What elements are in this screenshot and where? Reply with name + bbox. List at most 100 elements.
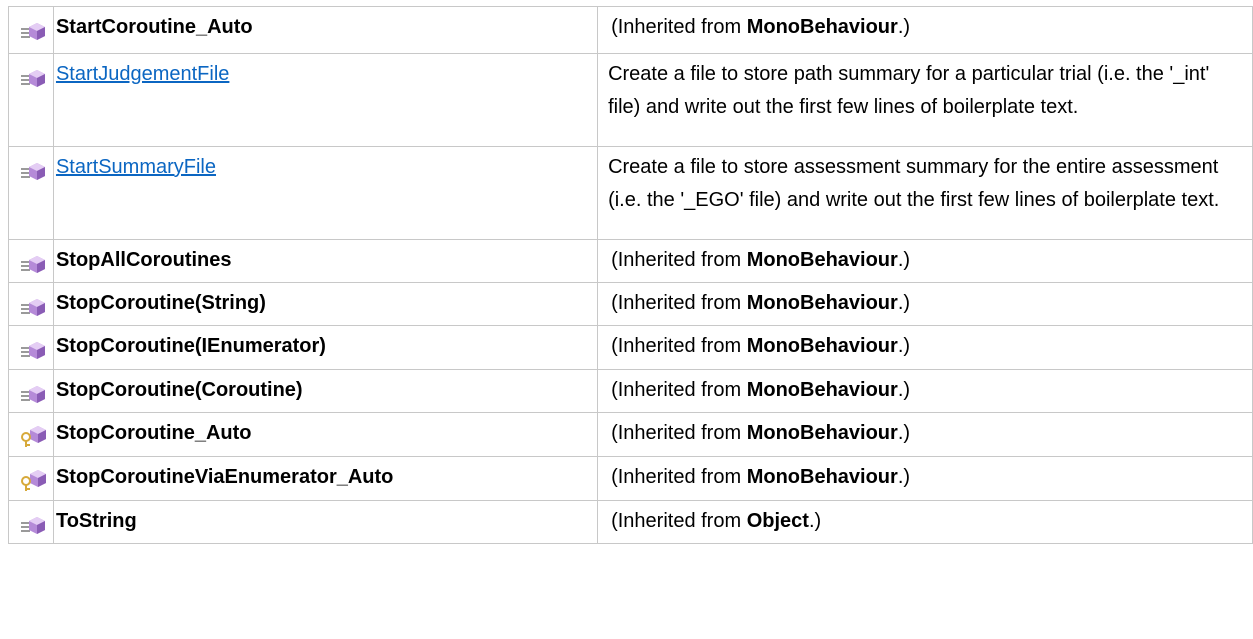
member-name-wrapper: StopCoroutine(IEnumerator)	[56, 326, 597, 366]
member-description: (Inherited from MonoBehaviour.)	[608, 457, 1252, 497]
inherited-suffix: .)	[897, 249, 911, 271]
member-name: StopCoroutineViaEnumerator_Auto	[55, 466, 394, 488]
member-name-wrapper: StopCoroutineViaEnumerator_Auto	[56, 457, 597, 497]
member-description: (Inherited from Object.)	[608, 501, 1252, 541]
inherited-prefix: (Inherited from	[611, 379, 747, 401]
member-description: (Inherited from MonoBehaviour.)	[608, 240, 1252, 280]
inherited-from-class: MonoBehaviour	[746, 422, 898, 444]
member-icon-cell	[8, 146, 54, 240]
inherited-prefix: (Inherited from	[611, 466, 747, 488]
inherited-suffix: .)	[897, 335, 911, 357]
member-name: StopCoroutine(IEnumerator)	[55, 335, 326, 357]
inherited-suffix: .)	[897, 466, 911, 488]
inherited-suffix: .)	[808, 510, 822, 532]
table-row: StopAllCoroutines (Inherited from MonoBeh…	[8, 239, 1253, 283]
public-method-icon	[19, 17, 47, 43]
inherited-from-class: MonoBehaviour	[746, 466, 898, 488]
member-name-link[interactable]: StartSummaryFile	[56, 156, 216, 178]
member-description: (Inherited from MonoBehaviour.)	[608, 283, 1252, 323]
member-icon-cell	[8, 456, 54, 501]
description-text: Create a file to store path summary for …	[608, 63, 1210, 118]
member-name-wrapper: StopCoroutine_Auto	[56, 413, 597, 453]
member-description-cell: (Inherited from MonoBehaviour.)	[597, 239, 1253, 283]
member-name: StopCoroutine_Auto	[55, 422, 252, 444]
inherited-prefix: (Inherited from	[611, 292, 747, 314]
member-name: StartCoroutine_Auto	[55, 16, 253, 38]
public-method-icon	[19, 293, 47, 319]
member-description-cell: (Inherited from Object.)	[597, 500, 1253, 544]
table-row: StartJudgementFile Create a file to store…	[8, 53, 1253, 147]
member-name-cell: ToString	[52, 500, 599, 544]
member-description-cell: (Inherited from MonoBehaviour.)	[597, 369, 1253, 413]
inherited-suffix: .)	[897, 16, 911, 38]
members-table-body: StartCoroutine_Auto (Inherited from MonoB…	[8, 6, 1253, 544]
inherited-from-class: Object	[746, 510, 809, 532]
member-description-cell: (Inherited from MonoBehaviour.)	[597, 282, 1253, 326]
member-name-wrapper: ToString	[56, 501, 597, 541]
member-icon-cell	[8, 369, 54, 413]
member-description: Create a file to store assessment summar…	[608, 147, 1252, 220]
inherited-prefix: (Inherited from	[611, 249, 747, 271]
member-name-wrapper: StopCoroutine(String)	[56, 283, 597, 323]
member-description-cell: (Inherited from MonoBehaviour.)	[597, 412, 1253, 457]
member-name: StopCoroutine(String)	[55, 292, 266, 314]
table-row: StopCoroutine(IEnumerator) (Inherited fro…	[8, 325, 1253, 370]
member-name-wrapper: StartCoroutine_Auto	[56, 7, 597, 47]
member-name-cell: StopAllCoroutines	[52, 239, 599, 283]
member-name-cell: StopCoroutine_Auto	[52, 412, 599, 457]
inherited-from-class: MonoBehaviour	[746, 379, 898, 401]
table-row: StopCoroutine_Auto (Inherited from MonoBe…	[8, 412, 1253, 457]
public-method-icon	[19, 64, 47, 90]
inherited-from-class: MonoBehaviour	[746, 249, 898, 271]
member-name-cell: StartJudgementFile	[52, 53, 599, 147]
inherited-prefix: (Inherited from	[611, 422, 747, 444]
inherited-from-class: MonoBehaviour	[746, 335, 898, 357]
inherited-suffix: .)	[897, 292, 911, 314]
member-description-cell: Create a file to store assessment summar…	[597, 146, 1253, 240]
inherited-suffix: .)	[897, 422, 911, 444]
table-row: ToString (Inherited from Object.)	[8, 500, 1253, 544]
table-row: StartSummaryFile Create a file to store a…	[8, 146, 1253, 240]
member-description: (Inherited from MonoBehaviour.)	[608, 7, 1252, 47]
member-icon-cell	[8, 53, 54, 147]
member-name-wrapper: StopAllCoroutines	[56, 240, 597, 280]
member-name: StopAllCoroutines	[55, 249, 232, 271]
member-description: Create a file to store path summary for …	[608, 54, 1252, 127]
inherited-from-class: MonoBehaviour	[746, 16, 898, 38]
inherited-prefix: (Inherited from	[611, 510, 747, 532]
public-method-icon	[19, 336, 47, 362]
member-icon-cell	[8, 412, 54, 457]
member-name-cell: StartCoroutine_Auto	[52, 6, 599, 54]
public-method-icon	[19, 511, 47, 537]
member-name: ToString	[55, 510, 137, 532]
member-name-wrapper: StartJudgementFile	[56, 54, 597, 94]
member-name: StopCoroutine(Coroutine)	[55, 379, 303, 401]
member-description: (Inherited from MonoBehaviour.)	[608, 326, 1252, 366]
description-text: Create a file to store assessment summar…	[608, 156, 1220, 211]
member-name-wrapper: StopCoroutine(Coroutine)	[56, 370, 597, 410]
public-method-icon	[19, 157, 47, 183]
member-icon-cell	[8, 282, 54, 326]
member-name-cell: StopCoroutine(IEnumerator)	[52, 325, 599, 370]
member-icon-cell	[8, 239, 54, 283]
public-method-icon	[19, 380, 47, 406]
member-name-wrapper: StartSummaryFile	[56, 147, 597, 187]
table-row: StopCoroutineViaEnumerator_Auto (Inherite…	[8, 456, 1253, 501]
table-row: StopCoroutine(String) (Inherited from Mon…	[8, 282, 1253, 326]
internal-method-icon	[19, 467, 47, 493]
member-icon-cell	[8, 6, 54, 54]
inherited-prefix: (Inherited from	[611, 335, 747, 357]
member-icon-cell	[8, 500, 54, 544]
member-name-link[interactable]: StartJudgementFile	[56, 63, 229, 85]
public-method-icon	[19, 250, 47, 276]
member-description-cell: (Inherited from MonoBehaviour.)	[597, 6, 1253, 54]
member-name-cell: StopCoroutine(Coroutine)	[52, 369, 599, 413]
internal-method-icon	[19, 423, 47, 449]
member-description-cell: (Inherited from MonoBehaviour.)	[597, 325, 1253, 370]
member-name-cell: StopCoroutine(String)	[52, 282, 599, 326]
member-description: (Inherited from MonoBehaviour.)	[608, 370, 1252, 410]
table-row: StartCoroutine_Auto (Inherited from MonoB…	[8, 6, 1253, 54]
inherited-suffix: .)	[897, 379, 911, 401]
table-row: StopCoroutine(Coroutine) (Inherited from …	[8, 369, 1253, 413]
members-table: StartCoroutine_Auto (Inherited from MonoB…	[8, 6, 1253, 544]
